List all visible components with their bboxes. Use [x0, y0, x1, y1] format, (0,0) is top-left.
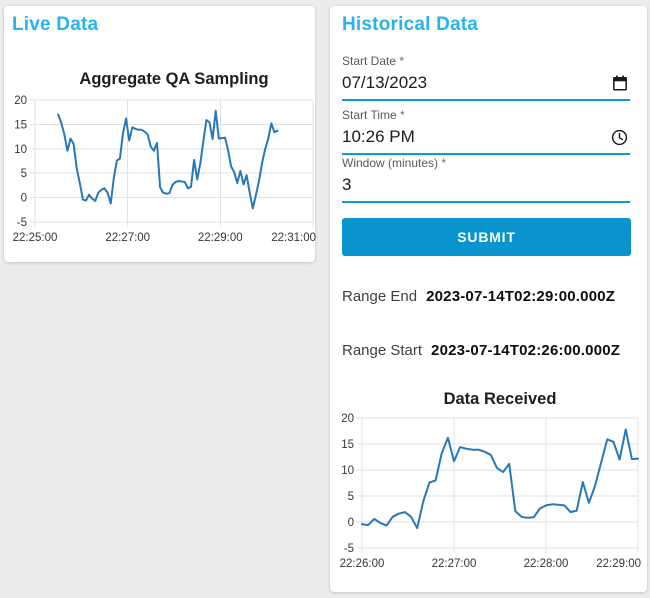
- calendar-icon[interactable]: [612, 75, 628, 92]
- historical-panel-title: Historical Data: [342, 14, 479, 35]
- range-start-row: Range Start 2023-07-14T02:26:00.000Z: [342, 342, 620, 359]
- range-start-value: 2023-07-14T02:26:00.000Z: [431, 342, 621, 359]
- svg-text:-5: -5: [17, 217, 27, 229]
- start-time-label: Start Time *: [342, 108, 405, 122]
- required-marker: *: [441, 156, 447, 170]
- range-end-row: Range End 2023-07-14T02:29:00.000Z: [342, 288, 615, 305]
- window-minutes-label: Window (minutes) *: [342, 156, 447, 170]
- svg-text:22:28:00: 22:28:00: [524, 558, 569, 570]
- svg-text:22:26:00: 22:26:00: [340, 558, 385, 570]
- svg-text:5: 5: [21, 168, 27, 180]
- svg-text:20: 20: [341, 413, 354, 425]
- range-end-value: 2023-07-14T02:29:00.000Z: [426, 288, 616, 305]
- clock-icon[interactable]: [611, 129, 628, 146]
- svg-text:5: 5: [348, 491, 354, 503]
- svg-text:Aggregate QA Sampling: Aggregate QA Sampling: [79, 70, 268, 88]
- submit-button[interactable]: SUBMIT: [342, 218, 631, 256]
- dashboard-page: Live Data Aggregate QA Sampling 20 15 10 5 0 -…: [0, 0, 650, 598]
- svg-text:15: 15: [341, 439, 354, 451]
- live-data-panel: Live Data Aggregate QA Sampling 20 15 10 5 0 -…: [4, 6, 316, 262]
- start-date-field[interactable]: Start Date * 07/13/2023: [342, 54, 630, 101]
- svg-text:0: 0: [21, 193, 27, 205]
- svg-text:22:31:00: 22:31:00: [271, 232, 316, 244]
- svg-text:10: 10: [341, 465, 354, 477]
- svg-text:22:27:00: 22:27:00: [432, 558, 477, 570]
- svg-text:-5: -5: [344, 543, 354, 555]
- live-panel-title: Live Data: [12, 14, 99, 35]
- window-minutes-value: 3: [342, 175, 352, 194]
- data-received-chart: Data Received 20 15 10 5 0 -5 22:26:00 22:27:00 2…: [340, 390, 641, 570]
- svg-text:Data Received: Data Received: [444, 390, 557, 408]
- start-time-field[interactable]: Start Time * 10:26 PM: [342, 108, 630, 155]
- svg-text:22:29:00: 22:29:00: [198, 232, 243, 244]
- svg-text:15: 15: [14, 119, 27, 131]
- historical-data-panel: Historical Data Start Date * 07/13/2023: [330, 6, 647, 592]
- range-end-label: Range End: [342, 288, 418, 305]
- start-date-label: Start Date *: [342, 54, 405, 68]
- start-date-value: 07/13/2023: [342, 73, 428, 92]
- svg-text:22:27:00: 22:27:00: [105, 232, 150, 244]
- window-minutes-field[interactable]: Window (minutes) * 3: [342, 156, 630, 203]
- svg-text:22:25:00: 22:25:00: [13, 232, 58, 244]
- range-start-label: Range Start: [342, 342, 423, 359]
- svg-text:0: 0: [348, 517, 354, 529]
- start-time-value: 10:26 PM: [342, 127, 415, 146]
- aggregate-qa-sampling-chart: Aggregate QA Sampling 20 15 10 5 0 -5 22:25:00 2…: [13, 70, 316, 244]
- svg-text:20: 20: [14, 95, 27, 107]
- required-marker: *: [400, 108, 405, 122]
- svg-text:10: 10: [14, 144, 27, 156]
- svg-text:22:29:00: 22:29:00: [596, 558, 641, 570]
- required-marker: *: [399, 54, 405, 68]
